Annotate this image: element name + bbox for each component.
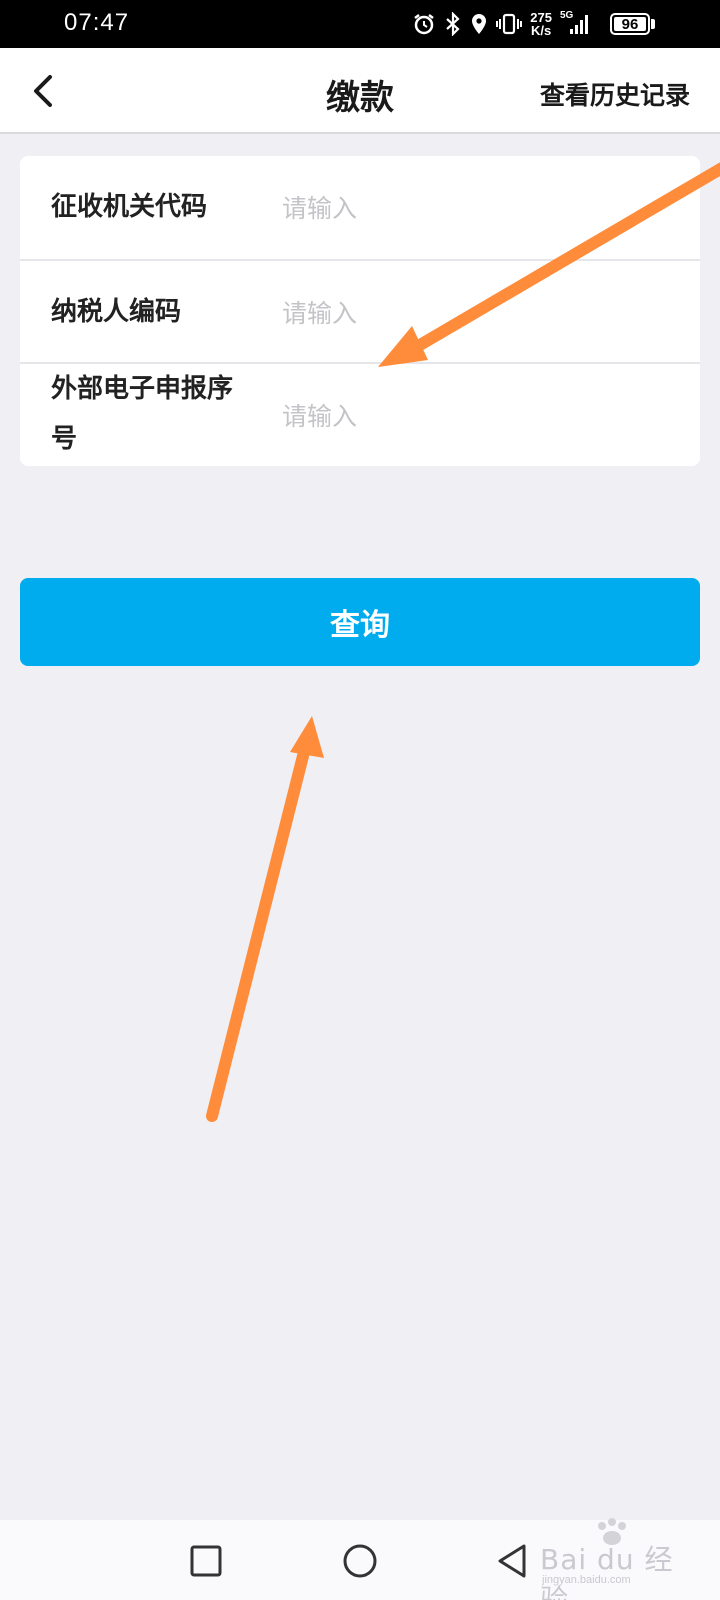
status-time: 07:47 — [64, 9, 130, 36]
bluetooth-icon — [446, 12, 460, 36]
battery-icon: 96 — [610, 13, 650, 35]
form-row-taxpayer-code: 纳税人编码 — [20, 259, 700, 362]
watermark-text: Bai du 经验 — [540, 1543, 674, 1600]
net-speed-unit: K/s — [531, 23, 552, 38]
baidu-watermark: Bai du 经验 jingyan.baidu.com — [540, 1518, 680, 1600]
nav-back-button[interactable] — [490, 1538, 536, 1584]
signal-icon: 5G — [560, 10, 592, 36]
home-icon — [343, 1544, 377, 1578]
status-bar: 07:47 275 K/s 5G 96 — [0, 0, 720, 48]
watermark-subtext: jingyan.baidu.com — [542, 1574, 631, 1586]
history-link[interactable]: 查看历史记录 — [540, 76, 690, 112]
taxpayer-code-input[interactable] — [282, 291, 662, 335]
status-icons: 275 K/s 5G — [412, 8, 592, 40]
location-icon — [472, 14, 487, 34]
annotation-arrow-to-button — [206, 716, 324, 1122]
tax-authority-code-input[interactable] — [282, 186, 662, 230]
declaration-serial-label: 外部电子申报序号 — [51, 374, 234, 454]
header: 缴款 查看历史记录 — [0, 48, 720, 134]
battery-cap — [651, 19, 655, 29]
vibrate-icon — [496, 13, 523, 35]
tax-authority-code-label: 征收机关代码 — [51, 192, 208, 222]
taxpayer-code-label: 纳税人编码 — [51, 297, 182, 327]
form-row-tax-authority-code: 征收机关代码 — [20, 156, 700, 259]
recent-apps-button[interactable] — [183, 1538, 229, 1584]
form-row-declaration-serial: 外部电子申报序号 — [20, 362, 700, 466]
alarm-icon — [414, 14, 435, 35]
form-card: 征收机关代码 纳税人编码 外部电子申报序号 — [20, 156, 700, 466]
declaration-serial-input[interactable] — [282, 394, 662, 438]
back-triangle-icon — [498, 1544, 526, 1578]
recent-apps-icon — [190, 1545, 222, 1577]
navigation-bar: Bai du 经验 jingyan.baidu.com — [0, 1518, 720, 1600]
net-speed: 275 K/s — [530, 11, 552, 37]
battery-level: 96 — [621, 15, 639, 33]
query-button[interactable]: 查询 — [20, 578, 700, 666]
home-button[interactable] — [337, 1538, 383, 1584]
